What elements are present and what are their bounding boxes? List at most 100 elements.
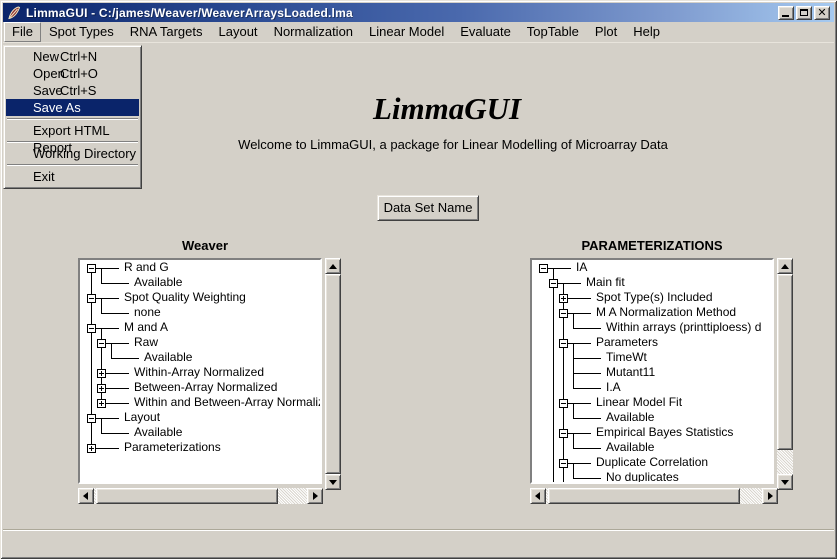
expander-plus-icon[interactable] (559, 294, 568, 303)
menubar-item-spot-types[interactable]: Spot Types (41, 22, 122, 42)
tree-node-label[interactable]: Available (606, 441, 654, 454)
tree-node-label[interactable]: Spot Quality Weighting (124, 291, 246, 304)
expander-plus-icon[interactable] (97, 369, 106, 378)
expander-minus-icon[interactable] (559, 399, 568, 408)
expander-minus-icon[interactable] (87, 264, 96, 273)
vscroll-thumb[interactable] (777, 274, 793, 450)
expander-plus-icon[interactable] (87, 444, 96, 453)
tree-node-label[interactable]: No duplicates (606, 471, 679, 482)
tree-connector-hline (101, 433, 129, 434)
scroll-up-button[interactable] (777, 258, 793, 274)
scroll-right-button[interactable] (307, 488, 323, 504)
arrow-right-icon (313, 492, 318, 500)
menubar-item-layout[interactable]: Layout (211, 22, 266, 42)
tree-connector-hline (573, 478, 601, 479)
tree-node-label[interactable]: I.A (606, 381, 621, 394)
expander-minus-icon[interactable] (559, 429, 568, 438)
tree-node-label[interactable]: M A Normalization Method (596, 306, 736, 319)
tree-node-label[interactable]: TimeWt (606, 351, 647, 364)
expander-minus-icon[interactable] (87, 414, 96, 423)
menu-item-shortcut: Ctrl+S (60, 82, 96, 99)
tree-connector-hline (111, 358, 139, 359)
right-tree-canvas[interactable]: IA Main fit Spot Type(s) Included M A Norma… (532, 260, 772, 482)
window-frame: LimmaGUI - C:/james/Weaver/WeaverArraysL… (0, 0, 837, 559)
tree-node-label[interactable]: Between-Array Normalized (134, 381, 277, 394)
tree-node-label[interactable]: Layout (124, 411, 160, 424)
tree-node-label[interactable]: Mutant11 (606, 366, 655, 379)
scroll-left-button[interactable] (530, 488, 546, 504)
scroll-right-button[interactable] (762, 488, 778, 504)
tree-node-label[interactable]: Within arrays (printtiploess) d (606, 321, 761, 334)
expander-plus-icon[interactable] (97, 399, 106, 408)
expander-minus-icon[interactable] (97, 339, 106, 348)
menubar-item-rna-targets[interactable]: RNA Targets (122, 22, 211, 42)
tree-node-label[interactable]: Available (134, 276, 182, 289)
tree-connector-vline (573, 313, 574, 328)
left-tree-vscrollbar[interactable] (325, 258, 341, 490)
expander-minus-icon[interactable] (559, 309, 568, 318)
tree-node-label[interactable]: M and A (124, 321, 168, 334)
menu-item-label: Save (33, 83, 63, 98)
tree-node-label[interactable]: Available (134, 426, 182, 439)
data-set-name-button[interactable]: Data Set Name (377, 195, 479, 221)
expander-minus-icon[interactable] (559, 459, 568, 468)
menu-item-shortcut: Ctrl+N (60, 48, 97, 65)
tree-node-label[interactable]: none (134, 306, 161, 319)
tree-node-label[interactable]: IA (576, 261, 587, 274)
menubar-item-file[interactable]: File (4, 22, 41, 42)
menu-item-label: Exit (33, 169, 55, 184)
tree-connector-hline (573, 358, 601, 359)
menubar-item-toptable[interactable]: TopTable (519, 22, 587, 42)
scroll-down-button[interactable] (325, 474, 341, 490)
tree-node-label[interactable]: Linear Model Fit (596, 396, 682, 409)
tree-connector-vline (101, 268, 102, 283)
menubar-item-evaluate[interactable]: Evaluate (452, 22, 519, 42)
file-menu-item-exit[interactable]: Exit (6, 168, 139, 185)
tree-node-label[interactable]: Empirical Bayes Statistics (596, 426, 733, 439)
expander-minus-icon[interactable] (559, 339, 568, 348)
right-tree-hscrollbar[interactable] (530, 488, 778, 504)
file-menu-item-export-html-report[interactable]: Export HTML Report (6, 122, 139, 139)
arrow-up-icon (781, 264, 789, 269)
scroll-up-button[interactable] (325, 258, 341, 274)
file-menu-item-save-as[interactable]: Save As (6, 99, 139, 116)
maximize-button[interactable] (796, 6, 812, 20)
menubar-item-help[interactable]: Help (625, 22, 668, 42)
minimize-button[interactable] (778, 6, 794, 20)
right-tree-vscrollbar[interactable] (777, 258, 793, 490)
vscroll-thumb[interactable] (325, 274, 341, 474)
hscroll-thumb[interactable] (96, 488, 278, 504)
tree-node-label[interactable]: R and G (124, 261, 169, 274)
file-menu-item-open[interactable]: OpenCtrl+O (6, 65, 139, 82)
expander-plus-icon[interactable] (97, 384, 106, 393)
tree-node-label[interactable]: Parameters (596, 336, 658, 349)
tree-node-label[interactable]: Parameterizations (124, 441, 221, 454)
scroll-left-button[interactable] (78, 488, 94, 504)
right-tree: IA Main fit Spot Type(s) Included M A Norma… (530, 258, 774, 484)
titlebar[interactable]: LimmaGUI - C:/james/Weaver/WeaverArraysL… (3, 3, 834, 22)
file-menu-item-working-directory[interactable]: Working Directory (6, 145, 139, 162)
menubar-item-plot[interactable]: Plot (587, 22, 625, 42)
tree-node-label[interactable]: Main fit (586, 276, 625, 289)
left-tree-canvas[interactable]: R and G Available Spot Quality Weighting no… (80, 260, 320, 482)
menubar-item-linear-model[interactable]: Linear Model (361, 22, 452, 42)
scroll-down-button[interactable] (777, 474, 793, 490)
tree-node-label[interactable]: Raw (134, 336, 158, 349)
file-menu-item-save[interactable]: SaveCtrl+S (6, 82, 139, 99)
expander-minus-icon[interactable] (87, 294, 96, 303)
close-button[interactable]: ✕ (814, 6, 830, 20)
menubar-item-normalization[interactable]: Normalization (266, 22, 361, 42)
tree-node-label[interactable]: Within-Array Normalized (134, 366, 264, 379)
tree-node-label[interactable]: Available (606, 411, 654, 424)
expander-minus-icon[interactable] (549, 279, 558, 288)
left-tree-hscrollbar[interactable] (78, 488, 323, 504)
tree-node-label[interactable]: Duplicate Correlation (596, 456, 708, 469)
expander-minus-icon[interactable] (87, 324, 96, 333)
expander-minus-icon[interactable] (539, 264, 548, 273)
tree-node-label[interactable]: Within and Between-Array Normalized (134, 396, 320, 409)
tree-node-label[interactable]: Available (144, 351, 192, 364)
file-menu-item-new[interactable]: NewCtrl+N (6, 48, 139, 65)
right-tree-title: PARAMETERIZATIONS (552, 238, 752, 253)
hscroll-thumb[interactable] (548, 488, 740, 504)
tree-node-label[interactable]: Spot Type(s) Included (596, 291, 713, 304)
